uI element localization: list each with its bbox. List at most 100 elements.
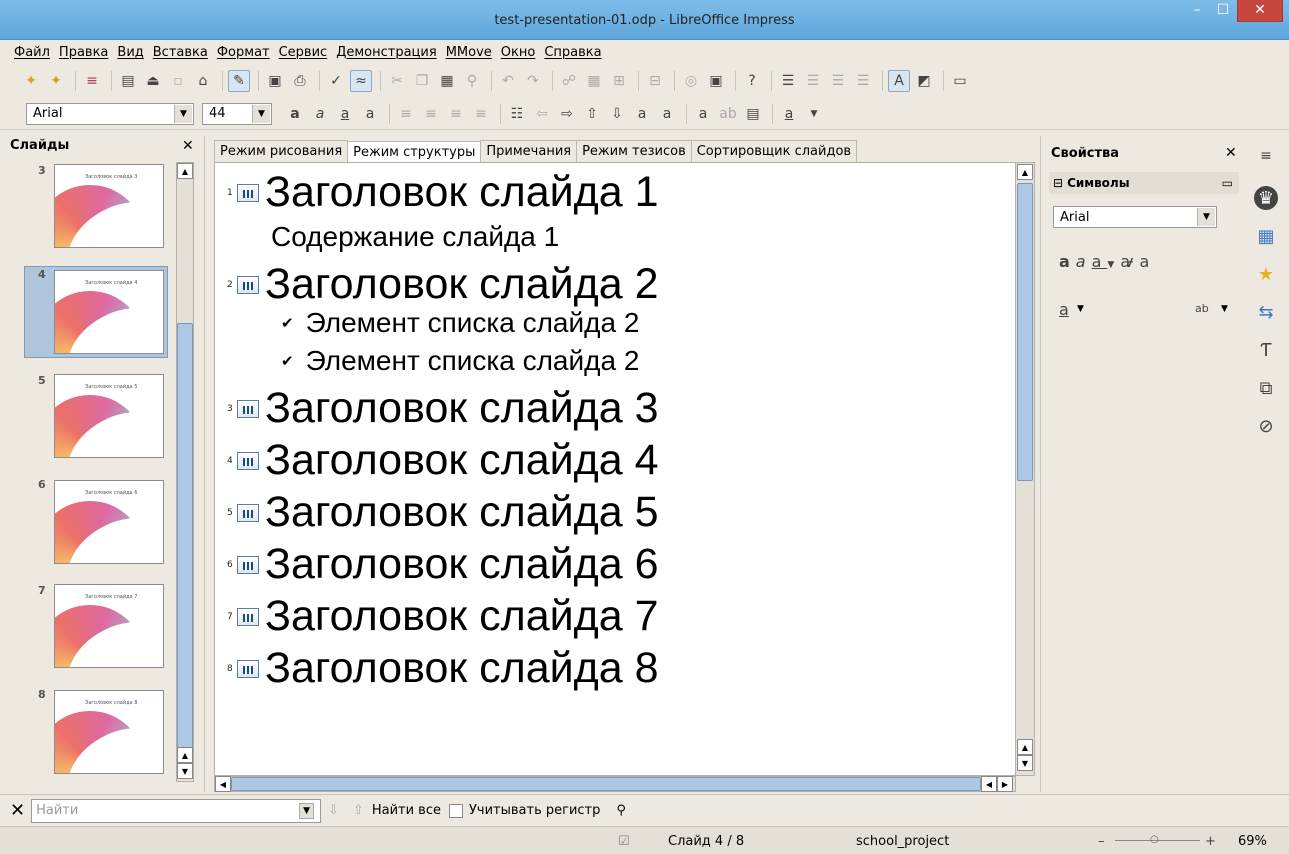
- slide-thumbnail-3[interactable]: Заголовок слайда 3: [54, 164, 164, 248]
- menu-slideshow[interactable]: Демонстрация: [336, 45, 436, 60]
- maximize-button[interactable]: ☐: [1209, 0, 1237, 22]
- slide-thumbnail-8[interactable]: Заголовок слайда 8: [54, 690, 164, 774]
- tab-drawing-view[interactable]: Режим рисования: [214, 140, 349, 162]
- find-all-button[interactable]: Найти все: [372, 803, 441, 818]
- autospell-icon[interactable]: ≈: [350, 70, 372, 92]
- table-icon[interactable]: ▦: [583, 70, 605, 92]
- outline-slide-title[interactable]: 3 Заголовок слайда 3: [227, 387, 659, 430]
- outline-list-item[interactable]: ✔ Элемент списка слайда 2: [281, 347, 639, 375]
- chevron-down-icon[interactable]: ▼: [252, 104, 270, 123]
- chevron-down-icon[interactable]: ▼: [1221, 304, 1228, 314]
- italic-icon[interactable]: a: [309, 103, 331, 125]
- outline-slide-title[interactable]: 8 Заголовок слайда 8: [227, 647, 659, 690]
- chevron-down-icon[interactable]: ▼: [803, 103, 825, 125]
- slide-thumbnail-7[interactable]: Заголовок слайда 7: [54, 584, 164, 668]
- scroll-left-icon[interactable]: ◀: [215, 776, 231, 792]
- scroll-up-icon[interactable]: ▲: [177, 747, 193, 763]
- move-down-icon[interactable]: ⇩: [606, 103, 628, 125]
- close-button[interactable]: ✕: [1237, 0, 1283, 22]
- slide-thumbnail-6[interactable]: Заголовок слайда 6: [54, 480, 164, 564]
- tab-slide-sorter[interactable]: Сортировщик слайдов: [690, 140, 858, 162]
- helplines-icon[interactable]: ⊟: [644, 70, 666, 92]
- increase-font-icon[interactable]: a: [631, 103, 653, 125]
- outline-slide-title[interactable]: 6 Заголовок слайда 6: [227, 543, 659, 586]
- new-document-icon[interactable]: ▤: [117, 70, 139, 92]
- copy-icon[interactable]: ❐: [411, 70, 433, 92]
- zoom-out-icon[interactable]: –: [1098, 834, 1105, 849]
- outline-title-text[interactable]: Заголовок слайда 1: [265, 171, 659, 214]
- match-case-checkbox[interactable]: [448, 803, 463, 818]
- close-icon[interactable]: ✕: [182, 138, 194, 154]
- close-icon[interactable]: ✕: [1225, 145, 1237, 161]
- outline-title-text[interactable]: Заголовок слайда 5: [265, 491, 659, 534]
- properties-icon[interactable]: ♛: [1254, 186, 1278, 210]
- scroll-down-icon[interactable]: ▼: [177, 763, 193, 779]
- outline-slide-title[interactable]: 4 Заголовок слайда 4: [227, 439, 659, 482]
- scrollbar-thumb[interactable]: [177, 323, 193, 763]
- align-center-icon[interactable]: ≡: [420, 103, 442, 125]
- menu-edit[interactable]: Правка: [59, 45, 108, 60]
- slide-thumbnail-4[interactable]: Заголовок слайда 4: [54, 270, 164, 354]
- black-white-icon[interactable]: ◩: [913, 70, 935, 92]
- font-color-icon[interactable]: a: [778, 103, 800, 125]
- styles-icon[interactable]: Ƭ: [1254, 338, 1278, 362]
- tab-handout-view[interactable]: Режим тезисов: [576, 140, 692, 162]
- shadow-icon[interactable]: a: [1139, 252, 1155, 271]
- scrollbar-thumb[interactable]: [1017, 183, 1033, 481]
- spellcheck-icon[interactable]: ✓: [325, 70, 347, 92]
- outline-title-text[interactable]: Заголовок слайда 3: [265, 387, 659, 430]
- zoom-slider-handle[interactable]: ○: [1150, 834, 1159, 845]
- underline-icon[interactable]: a: [1092, 252, 1108, 271]
- outline-title-text[interactable]: Заголовок слайда 7: [265, 595, 659, 638]
- navigator-icon[interactable]: ⊘: [1254, 414, 1278, 438]
- menu-icon[interactable]: ≡: [1254, 144, 1278, 168]
- move-up-icon[interactable]: ⇧: [581, 103, 603, 125]
- save-icon[interactable]: ▫: [167, 70, 189, 92]
- help-icon[interactable]: ?: [741, 70, 763, 92]
- editor-horizontal-scrollbar[interactable]: ◀ ◀ ▶: [214, 776, 1016, 792]
- tab-outline-view[interactable]: Режим структуры: [347, 141, 482, 163]
- slideshow-icon[interactable]: ▣: [705, 70, 727, 92]
- display-grid-icon[interactable]: ⊞: [608, 70, 630, 92]
- outline-body-text[interactable]: Содержание слайда 1: [271, 223, 559, 251]
- menu-mmove[interactable]: MMove: [446, 45, 492, 60]
- find-previous-icon[interactable]: ⇧: [353, 803, 364, 818]
- chevron-down-icon[interactable]: ▼: [1197, 208, 1215, 226]
- clone-formatting-icon[interactable]: ⚲: [461, 70, 483, 92]
- chevron-down-icon[interactable]: ▼: [174, 104, 192, 123]
- email-icon[interactable]: ⌂: [192, 70, 214, 92]
- minimize-button[interactable]: –: [1183, 0, 1211, 22]
- collapse-icon[interactable]: ⊟: [1053, 176, 1063, 190]
- outline-list-item-text[interactable]: Элемент списка слайда 2: [306, 309, 640, 337]
- presenter-icon[interactable]: ▭: [949, 70, 971, 92]
- shadow-icon[interactable]: a: [359, 103, 381, 125]
- master-slides-icon[interactable]: ▦: [1254, 224, 1278, 248]
- menu-help[interactable]: Справка: [544, 45, 601, 60]
- gallery-icon[interactable]: ⧉: [1254, 376, 1278, 400]
- scroll-up-icon[interactable]: ▲: [1017, 164, 1033, 180]
- slide-thumbnail-5[interactable]: Заголовок слайда 5: [54, 374, 164, 458]
- show-all-levels-icon[interactable]: ☰: [802, 70, 824, 92]
- menu-insert[interactable]: Вставка: [153, 45, 208, 60]
- open-icon[interactable]: ⏏: [142, 70, 164, 92]
- outline-body-text-content[interactable]: Содержание слайда 1: [271, 223, 559, 251]
- justify-icon[interactable]: ≡: [470, 103, 492, 125]
- print-icon[interactable]: ⎙: [289, 70, 311, 92]
- redo-icon[interactable]: ↷: [522, 70, 544, 92]
- sidebar-font-combo[interactable]: Arial ▼: [1053, 206, 1217, 228]
- formatting-on-off-icon[interactable]: A: [888, 70, 910, 92]
- edit-mode-icon[interactable]: ✎: [228, 70, 250, 92]
- italic-icon[interactable]: a: [1076, 252, 1092, 271]
- character-spacing-icon[interactable]: ab: [1195, 302, 1209, 315]
- chevron-down-icon[interactable]: ▼: [299, 802, 315, 819]
- chevron-down-icon[interactable]: ▼: [1077, 304, 1084, 314]
- find-input[interactable]: Найти: [31, 798, 322, 823]
- find-next-icon[interactable]: ⇩: [328, 803, 339, 818]
- promote-arrow-icon[interactable]: ⇦: [531, 103, 553, 125]
- outline-first-level-icon[interactable]: ☰: [777, 70, 799, 92]
- menu-format[interactable]: Формат: [217, 45, 270, 60]
- hyperlink-icon[interactable]: ☍: [558, 70, 580, 92]
- align-left-icon[interactable]: ≡: [395, 103, 417, 125]
- slides-scrollbar[interactable]: ▲ ▲ ▼: [176, 162, 194, 782]
- demote-arrow-icon[interactable]: ⇨: [556, 103, 578, 125]
